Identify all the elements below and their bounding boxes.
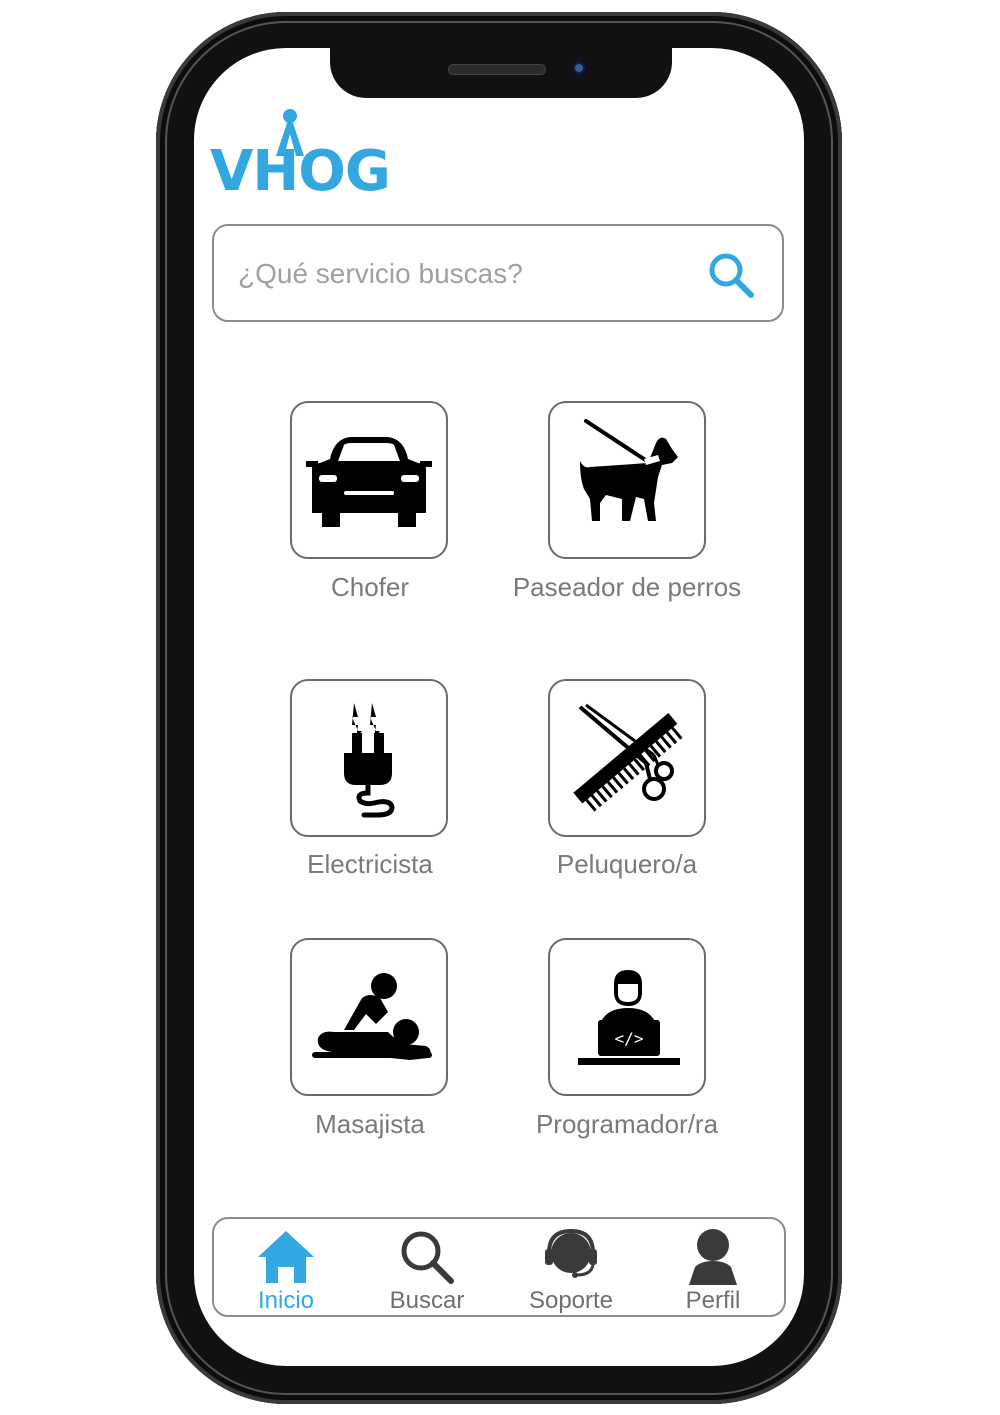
logo-text: VHOG [210,139,391,204]
svg-text:</>: </> [615,1029,644,1048]
service-tile-masajista[interactable] [290,938,448,1096]
service-label-masajista: Masajista [315,1109,425,1139]
dog-walking-icon [580,419,678,521]
nav-label-perfil: Perfil [685,1287,741,1314]
search-icon [401,1231,454,1284]
app-logo: VHOG [210,108,420,204]
search-bar[interactable] [212,224,784,322]
bottom-nav: Inicio Buscar Soporte Perfil [212,1217,786,1317]
nav-label-soporte: Soporte [528,1287,614,1314]
user-icon [689,1229,737,1285]
service-tile-chofer[interactable] [290,401,448,559]
service-tile-peluquero[interactable] [548,679,706,837]
service-tile-paseador-de-perros[interactable] [548,401,706,559]
nav-item-buscar[interactable]: Buscar [362,1219,492,1315]
electric-plug-icon [344,703,395,818]
service-label-electricista: Electricista [307,849,433,879]
home-icon [258,1231,314,1283]
service-label-chofer: Chofer [330,572,410,602]
service-tile-electricista[interactable] [290,679,448,837]
front-camera [569,58,589,78]
nav-item-inicio[interactable]: Inicio [221,1219,351,1315]
service-tile-programador[interactable]: </> [548,938,706,1096]
service-label-peluquero: Peluquero/a [556,849,698,879]
car-icon [306,437,432,527]
search-input[interactable] [236,250,680,298]
nav-item-perfil[interactable]: Perfil [648,1219,778,1315]
search-icon[interactable] [706,250,758,302]
massage-icon [312,973,432,1060]
nav-label-buscar: Buscar [389,1287,465,1314]
headset-icon [545,1228,597,1278]
nav-item-soporte[interactable]: Soporte [506,1219,636,1315]
service-label-paseador-de-perros: Paseador de perros [512,572,742,602]
comb-scissors-icon [573,703,683,812]
nav-label-inicio: Inicio [257,1287,315,1314]
service-label-programador: Programador/ra [535,1109,719,1139]
programmer-icon: </> [578,970,680,1065]
speaker-grille [448,64,546,75]
